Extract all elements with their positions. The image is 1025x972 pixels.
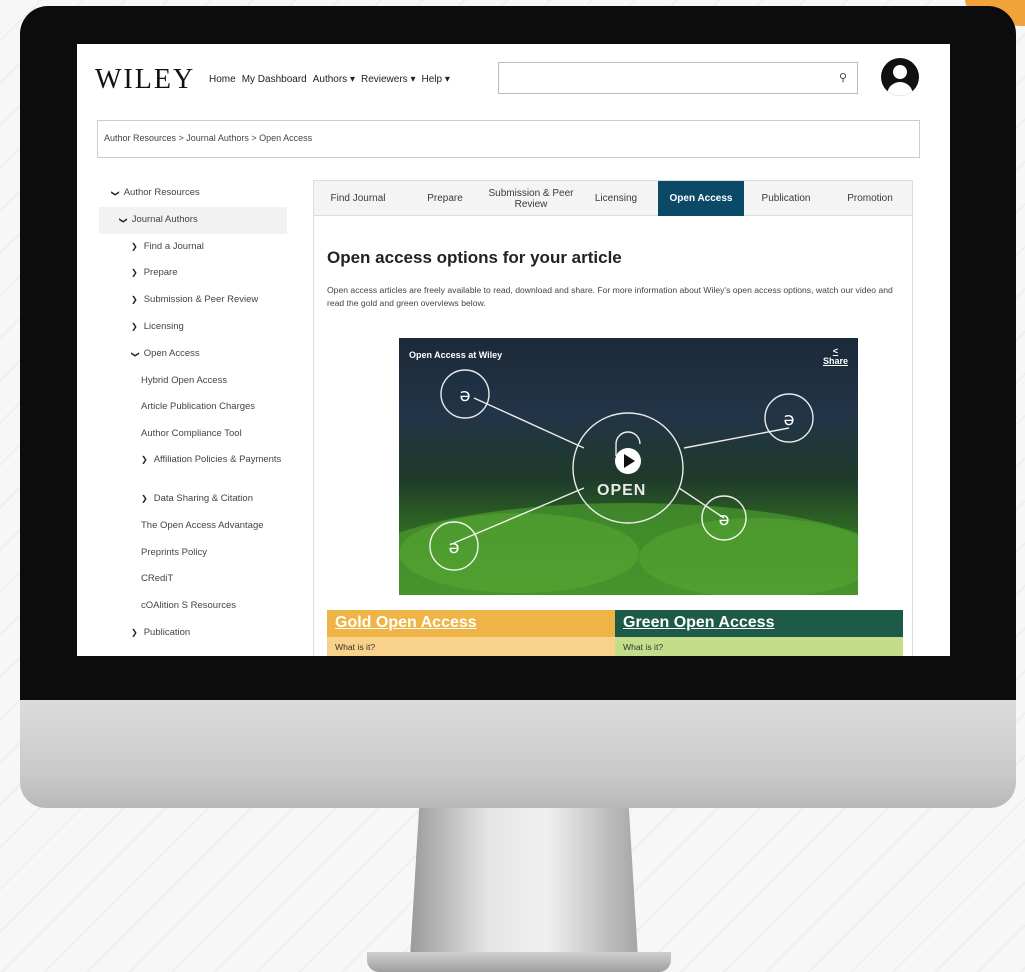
nav-help[interactable]: Help ▾ bbox=[421, 74, 449, 85]
intro-text: Open access articles are freely availabl… bbox=[327, 285, 893, 308]
wiley-logo[interactable]: WILEY bbox=[95, 64, 195, 96]
chevron-down-icon: ❯ bbox=[118, 216, 128, 224]
sidebar-item-label: Find a Journal bbox=[143, 240, 204, 252]
tab-open-access[interactable]: Open Access bbox=[658, 181, 744, 216]
sidebar-item-apc[interactable]: Article Publication Charges bbox=[99, 394, 287, 421]
tab-find-journal[interactable]: Find Journal bbox=[314, 181, 402, 216]
account-avatar-icon[interactable] bbox=[881, 58, 919, 96]
svg-text:ə: ə bbox=[448, 537, 459, 558]
sidebar-item-open-access[interactable]: ❯ Open Access bbox=[99, 341, 287, 368]
nav-authors[interactable]: Authors ▾ bbox=[313, 74, 355, 85]
search-bar: ⚲ bbox=[498, 62, 858, 94]
sidebar-item-label: Journal Authors bbox=[131, 213, 198, 225]
gold-oa-link[interactable]: Gold Open Access bbox=[335, 614, 477, 632]
tab-publication[interactable]: Publication bbox=[744, 181, 828, 216]
sidebar-item-preprints[interactable]: Preprints Policy bbox=[99, 540, 287, 567]
chevron-right-icon: ❯ bbox=[131, 241, 138, 251]
main-nav: Home My Dashboard Authors ▾ Reviewers ▾ Help… bbox=[209, 74, 456, 85]
sidebar-item-label: Publication bbox=[143, 626, 191, 638]
sidebar-item-label: Submission & Peer Review bbox=[143, 294, 259, 306]
avatar-body bbox=[887, 82, 913, 96]
sidebar-item-compliance-tool[interactable]: Author Compliance Tool bbox=[99, 421, 287, 448]
tab-submission[interactable]: Submission & Peer Review bbox=[488, 181, 574, 216]
page-title: Open access options for your article bbox=[327, 248, 622, 267]
chevron-right-icon: ❯ bbox=[131, 321, 138, 331]
tab-licensing[interactable]: Licensing bbox=[574, 181, 658, 216]
svg-text:ə: ə bbox=[783, 409, 794, 430]
monitor-chin bbox=[20, 700, 1016, 808]
avatar-head bbox=[893, 65, 907, 79]
monitor-stand bbox=[410, 808, 638, 958]
nav-home[interactable]: Home bbox=[209, 74, 236, 85]
green-oa-row: What is it? bbox=[615, 637, 903, 656]
chevron-down-icon: ❯ bbox=[130, 350, 140, 358]
sidebar-item-coalition-s[interactable]: cOAlition S Resources bbox=[99, 593, 287, 620]
sidebar-item-publication[interactable]: ❯ Publication bbox=[99, 620, 287, 647]
sidebar-item-label: Affiliation Policies & Payments bbox=[153, 453, 282, 465]
breadcrumb[interactable]: Author Resources > Journal Authors > Ope… bbox=[97, 120, 920, 158]
sidebar-item-journal-authors[interactable]: ❯ Journal Authors bbox=[99, 206, 287, 234]
chevron-right-icon: ❯ bbox=[131, 268, 138, 278]
share-icon: < bbox=[832, 346, 839, 356]
video-open-text: OPEN bbox=[597, 482, 647, 499]
nav-reviewers[interactable]: Reviewers ▾ bbox=[361, 74, 415, 85]
chevron-right-icon: ❯ bbox=[141, 493, 148, 503]
monitor-screen: WILEY Home My Dashboard Authors ▾ Reviewers… bbox=[77, 44, 950, 656]
sidebar-item-hybrid-oa[interactable]: Hybrid Open Access bbox=[99, 368, 287, 395]
sidebar: ❯ Author Resources ❯ Journal Authors ❯ Find… bbox=[99, 180, 287, 647]
tab-promotion[interactable]: Promotion bbox=[828, 181, 912, 216]
sidebar-item-find-journal[interactable]: ❯ Find a Journal bbox=[99, 234, 287, 261]
sidebar-item-submission[interactable]: ❯ Submission & Peer Review bbox=[99, 287, 287, 314]
section-tabs: Find Journal Prepare Submission & Peer R… bbox=[313, 180, 913, 216]
green-oa-row-label: What is it? bbox=[623, 642, 664, 652]
monitor-stand-base bbox=[367, 952, 671, 972]
share-button[interactable]: < Share bbox=[823, 346, 848, 366]
video-player[interactable]: ə ə ə ə Open Access at Wiley < Share OPE… bbox=[399, 338, 858, 595]
sidebar-item-oa-advantage[interactable]: The Open Access Advantage bbox=[99, 513, 287, 540]
sidebar-item-label: Data Sharing & Citation bbox=[153, 492, 253, 504]
svg-text:ə: ə bbox=[459, 385, 470, 406]
chevron-right-icon: ❯ bbox=[141, 454, 148, 464]
sidebar-item-author-resources[interactable]: ❯ Author Resources bbox=[99, 180, 287, 207]
site-header: WILEY Home My Dashboard Authors ▾ Reviewers… bbox=[77, 44, 950, 110]
sidebar-item-licensing[interactable]: ❯ Licensing bbox=[99, 314, 287, 341]
tab-prepare[interactable]: Prepare bbox=[402, 181, 488, 216]
green-oa-header: Green Open Access bbox=[615, 610, 903, 637]
share-label: Share bbox=[822, 356, 848, 366]
chevron-down-icon: ❯ bbox=[110, 190, 120, 197]
sidebar-item-affiliation-policies[interactable]: ❯ Affiliation Policies & Payments bbox=[99, 448, 287, 486]
sidebar-item-label: Author Resources bbox=[123, 187, 200, 198]
gold-oa-header: Gold Open Access bbox=[327, 610, 615, 637]
svg-text:ə: ə bbox=[718, 509, 729, 530]
gold-oa-row-label: What is it? bbox=[335, 642, 376, 652]
play-button[interactable] bbox=[615, 448, 641, 474]
sidebar-item-label: Prepare bbox=[143, 267, 178, 279]
gold-oa-row: What is it? bbox=[327, 637, 615, 656]
search-icon[interactable]: ⚲ bbox=[839, 71, 847, 84]
sidebar-item-prepare[interactable]: ❯ Prepare bbox=[99, 260, 287, 287]
video-title: Open Access at Wiley bbox=[409, 350, 503, 360]
sidebar-item-label: Licensing bbox=[143, 320, 184, 332]
nav-my-dashboard[interactable]: My Dashboard bbox=[242, 74, 307, 85]
sidebar-item-data-sharing[interactable]: ❯ Data Sharing & Citation bbox=[99, 486, 287, 513]
search-input[interactable] bbox=[505, 63, 829, 93]
sidebar-item-label: Open Access bbox=[143, 347, 200, 359]
chevron-right-icon: ❯ bbox=[131, 295, 138, 305]
chevron-right-icon: ❯ bbox=[131, 627, 138, 637]
sidebar-item-credit[interactable]: CRediT bbox=[99, 566, 287, 593]
green-oa-link[interactable]: Green Open Access bbox=[623, 614, 774, 632]
